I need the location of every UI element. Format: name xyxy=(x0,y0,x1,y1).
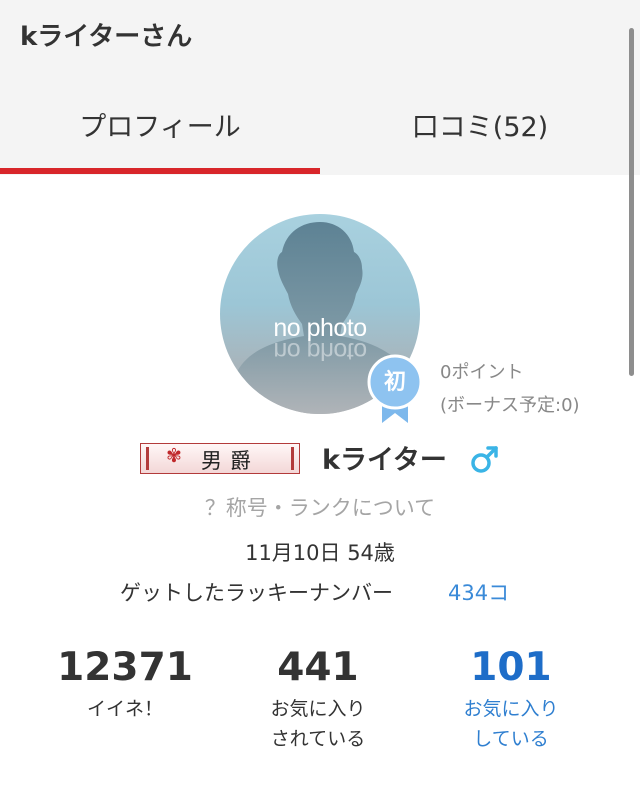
favorited-by-count: 441 xyxy=(277,645,359,690)
username: kライター xyxy=(322,445,447,476)
likes-count: 12371 xyxy=(57,645,193,690)
tab-profile[interactable]: プロフィール xyxy=(0,105,320,145)
favorites-label-line1[interactable]: お気に入り xyxy=(406,694,616,724)
favorited-by-label-line2: されている xyxy=(270,728,366,750)
rank-title: 男爵 xyxy=(201,449,259,473)
rank-badge-right-bar xyxy=(291,447,294,470)
lucky-number-label: ゲットしたラッキーナンバー xyxy=(120,581,393,605)
rank-badge: ✾ 男爵 xyxy=(140,443,300,474)
scrollbar[interactable] xyxy=(629,28,634,376)
header: kライターさん プロフィール 口コミ(52) xyxy=(0,0,640,175)
tab-active-indicator xyxy=(0,168,320,174)
lucky-number-link[interactable]: 434コ xyxy=(448,577,509,607)
rank-info-link[interactable]: ？称号・ランクについて xyxy=(0,492,640,522)
favorited-by-label-line1: お気に入り xyxy=(270,698,366,720)
bonus-text: (ボーナス予定:0) xyxy=(440,395,580,416)
rank-emblem-icon: ✾ xyxy=(166,445,182,467)
likes-label: イイネ！ xyxy=(86,698,163,720)
likes-stat: 12371 イイネ！ xyxy=(20,644,230,724)
favorited-by-stat: 441 お気に入り されている xyxy=(213,644,423,754)
favorites-label-line2[interactable]: している xyxy=(406,724,616,754)
rank-badge-left-bar xyxy=(146,447,149,470)
first-badge-label: 初 xyxy=(383,370,406,395)
birthday-age: 11月10日 54歳 xyxy=(245,541,395,565)
favorites-count[interactable]: 101 xyxy=(406,644,616,692)
tab-reviews[interactable]: 口コミ(52) xyxy=(320,105,640,145)
page-title: kライターさん xyxy=(20,22,193,52)
male-icon xyxy=(471,446,498,473)
favorites-stat[interactable]: 101 お気に入り している xyxy=(406,644,616,754)
points-text: 0ポイント xyxy=(440,362,524,383)
